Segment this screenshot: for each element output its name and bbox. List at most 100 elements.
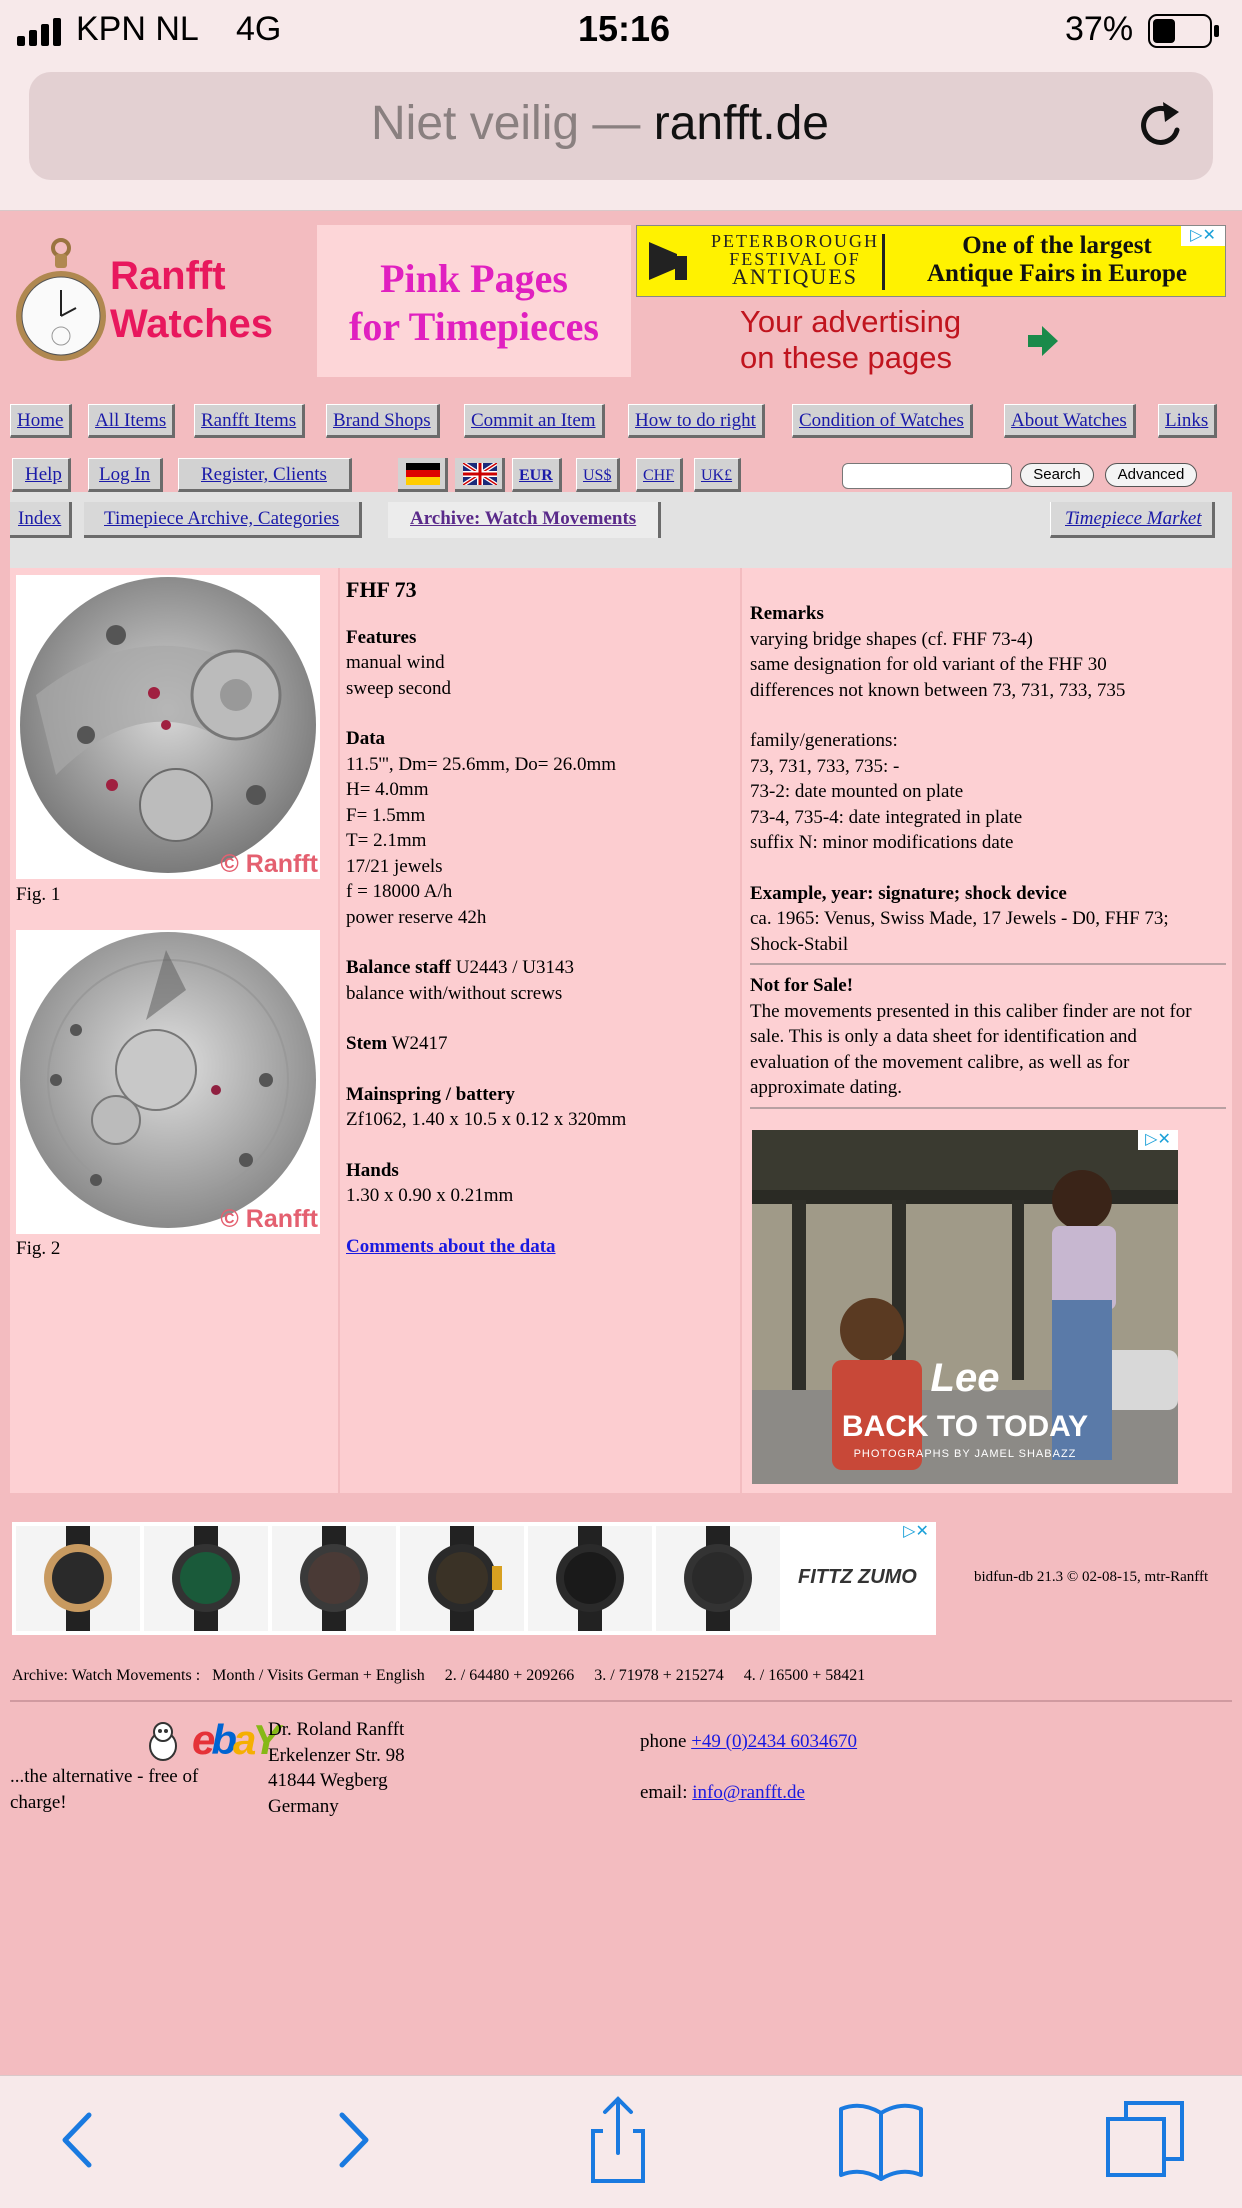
logo-line1: Ranfft (110, 254, 226, 298)
nav-all-items[interactable]: All Items (88, 404, 176, 438)
family-item: family/generations: (750, 730, 898, 751)
data-item: T= 2.1mm (346, 830, 427, 851)
pocket-watch-logo (16, 238, 106, 361)
tabs-icon[interactable] (1100, 2095, 1190, 2185)
mainspring-heading: Mainspring / battery (346, 1083, 515, 1105)
url-bar[interactable]: Niet veilig — ranfft.de (29, 72, 1213, 180)
nav-about-watches[interactable]: About Watches (1004, 404, 1136, 438)
data-item: 17/21 jewels (346, 855, 443, 877)
family-item: suffix N: minor modifications date (750, 832, 1014, 853)
example-item: ca. 1965: Venus, Swiss Made, 17 Jewels -… (750, 908, 1169, 929)
visit-stats: Archive: Watch Movements : Month / Visit… (12, 1667, 866, 1684)
bookmarks-icon[interactable] (836, 2095, 926, 2185)
balance-note: balance with/without screws (346, 982, 563, 1004)
divider (750, 1106, 1226, 1109)
forward-icon[interactable] (308, 2095, 398, 2185)
address-line: 41844 Wegberg (268, 1770, 388, 1791)
pink-pages-title: Pink Pages for Timepieces (317, 225, 631, 377)
tab-timepiece-archive[interactable]: Timepiece Archive, Categories (84, 502, 363, 538)
site-logo[interactable]: Ranfft Watches (110, 252, 273, 348)
balance-value: U2443 / U3143 (455, 957, 574, 978)
figure-1-image[interactable]: © Ranfft (16, 575, 320, 879)
watch-product-2[interactable] (144, 1526, 268, 1631)
lee-ad[interactable]: Lee BACK TO TODAY PHOTOGRAPHS BY JAMEL S… (752, 1130, 1178, 1484)
nav-home[interactable]: Home (10, 404, 73, 438)
back-icon[interactable] (33, 2095, 123, 2185)
currency-eur[interactable]: EUR (512, 458, 562, 492)
adchoices-icon[interactable]: ▷✕ (1138, 1130, 1178, 1150)
adchoices-icon[interactable]: ▷✕ (896, 1522, 936, 1542)
nav-how-to[interactable]: How to do right (628, 404, 765, 438)
watch-product-5[interactable] (528, 1526, 652, 1631)
phone-link[interactable]: +49 (0)2434 6034670 (691, 1731, 857, 1752)
search-button[interactable]: Search (1020, 463, 1094, 487)
movement-data: FHF 73 Features manual wind sweep second… (346, 577, 736, 1259)
nav-links[interactable]: Links (1158, 404, 1218, 438)
search-input[interactable] (842, 463, 1012, 489)
stem-heading: Stem (346, 1033, 388, 1054)
watch-product-6[interactable] (656, 1526, 780, 1631)
not-for-sale-text: sale. This is only a data sheet for iden… (750, 1026, 1137, 1047)
watch-icon (44, 1526, 112, 1631)
share-icon[interactable] (573, 2095, 663, 2185)
ebay-logo[interactable]: ebaY (192, 1716, 280, 1764)
mainspring-value: Zf1062, 1.40 x 10.5 x 0.12 x 320mm (346, 1109, 627, 1130)
battery-icon (1148, 14, 1219, 48)
not-for-sale-text: The movements presented in this caliber … (750, 1000, 1192, 1022)
tab-watch-movements[interactable]: Archive: Watch Movements (388, 502, 662, 538)
watch-product-4[interactable] (400, 1526, 524, 1631)
email-link[interactable]: info@ranfft.de (692, 1782, 805, 1803)
nav-login[interactable]: Log In (88, 458, 164, 492)
comments-link[interactable]: Comments about the data (346, 1236, 556, 1257)
remark-item: differences not known between 73, 731, 7… (750, 679, 1126, 701)
lang-english[interactable] (455, 458, 505, 492)
watch-product-3[interactable] (272, 1526, 396, 1631)
balance-heading: Balance staff (346, 957, 452, 978)
nav-register[interactable]: Register, Clients (178, 458, 352, 492)
watch-ad-strip[interactable]: FITTZ ZUMO ▷✕ (12, 1522, 936, 1635)
data-item: H= 4.0mm (346, 779, 429, 800)
own-ad-text[interactable]: Your advertising on these pages (740, 304, 961, 376)
features-heading: Features (346, 626, 417, 648)
not-for-sale-heading: Not for Sale! (750, 975, 854, 996)
reload-icon[interactable] (1137, 100, 1187, 152)
example-item: Shock-Stabil (750, 933, 849, 955)
currency-gbp[interactable]: UK£ (694, 458, 742, 492)
logo-line2: Watches (110, 302, 274, 346)
data-heading: Data (346, 728, 386, 749)
watch-product-1[interactable] (16, 1526, 140, 1631)
lee-ad-brand: Lee (930, 1356, 1000, 1400)
uk-flag-icon (463, 463, 497, 485)
lee-ad-slogan: BACK TO TODAY (841, 1410, 1089, 1443)
db-note: bidfun-db 21.3 © 02-08-15, mtr-Ranfft (974, 1569, 1209, 1585)
tab-timepiece-market[interactable]: Timepiece Market (1050, 502, 1215, 538)
adchoices-icon[interactable]: ▷✕ (1181, 226, 1225, 246)
currency-usd[interactable]: US$ (576, 458, 621, 492)
figure-2-image[interactable]: © Ranfft (16, 930, 320, 1234)
nav-brand-shops[interactable]: Brand Shops (326, 404, 440, 438)
currency-chf[interactable]: CHF (636, 458, 684, 492)
family-item: 73-2: date mounted on plate (750, 781, 964, 802)
advanced-search-button[interactable]: Advanced (1105, 463, 1197, 487)
ad-left1: PETERBOROUGH (711, 231, 880, 251)
nav-commit-item[interactable]: Commit an Item (464, 404, 605, 438)
clock: 15:16 (578, 8, 671, 49)
lang-german[interactable] (398, 458, 448, 492)
nav-ranfft-items[interactable]: Ranfft Items (194, 404, 306, 438)
figure-1-watermark: © Ranfft (220, 850, 318, 878)
battery-percent: 37% (1065, 10, 1134, 48)
nav-condition[interactable]: Condition of Watches (792, 404, 973, 438)
remarks-heading: Remarks (750, 603, 824, 624)
data-item: f = 18000 A/h (346, 881, 453, 902)
figure-1-caption: Fig. 1 (16, 884, 61, 905)
german-flag-icon (406, 463, 440, 485)
email-line: email: info@ranfft.de (640, 1780, 805, 1806)
ad-right2: Antique Fairs in Europe (927, 260, 1187, 287)
nav-help[interactable]: Help (12, 458, 71, 492)
antiques-fair-ad[interactable]: PETERBOROUGH FESTIVAL OF ANTIQUES One of… (636, 225, 1226, 297)
ad-right1: One of the largest (962, 232, 1152, 259)
status-bar: KPN NL 4G 15:16 37% (0, 0, 1242, 66)
phone-label: phone (640, 1731, 687, 1752)
tab-index[interactable]: Index (10, 502, 73, 538)
ebay-tagline: ...the alternative - free of charge! (10, 1764, 198, 1815)
